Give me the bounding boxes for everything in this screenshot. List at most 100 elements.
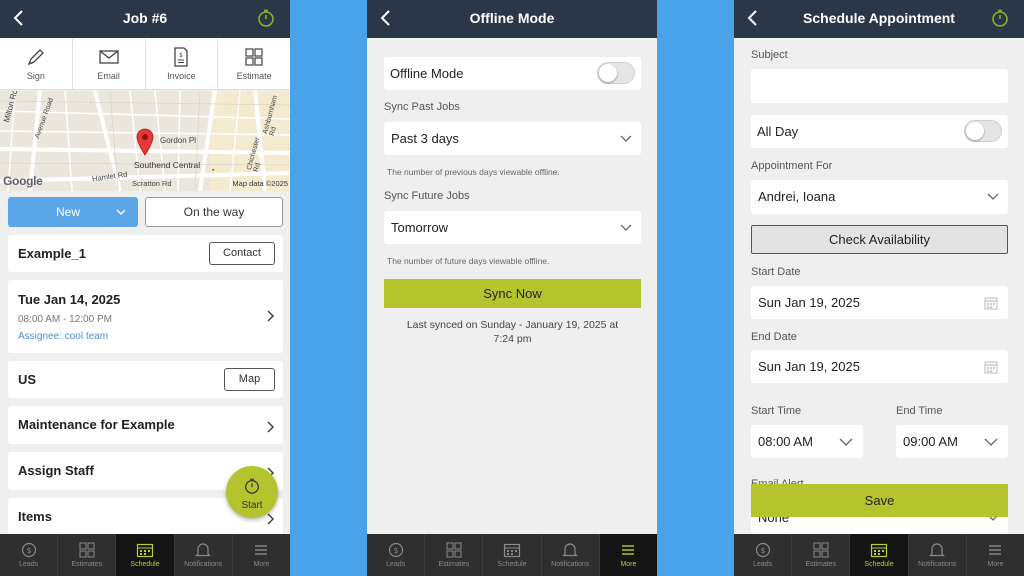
sign-label: Sign xyxy=(26,71,45,81)
on-the-way-button[interactable]: On the way xyxy=(145,197,283,227)
bell-icon xyxy=(929,543,946,557)
nav-notifications[interactable]: Notifications xyxy=(909,534,967,576)
offline-mode-label: Offline Mode xyxy=(390,66,464,81)
appointment-for-select[interactable]: Andrei, Ioana xyxy=(751,180,1008,214)
offline-mode-screen: Offline Mode Offline Mode Sync Past Jobs… xyxy=(367,0,657,576)
stopwatch-icon[interactable] xyxy=(990,8,1010,28)
assignee-link[interactable]: Assignee: cool team xyxy=(18,331,108,342)
status-value: New xyxy=(55,205,80,219)
job-screen: Job #6 Sign Email $ Invoice Estimate Mil… xyxy=(0,0,290,576)
job-header: Job #6 xyxy=(0,0,290,38)
description-row[interactable]: Maintenance for Example xyxy=(8,406,283,444)
bottom-nav: $ Leads Estimates Schedule Notifications … xyxy=(734,534,1024,576)
estimate-action[interactable]: Estimate xyxy=(218,38,290,89)
grid-icon xyxy=(79,542,95,558)
sign-action[interactable]: Sign xyxy=(0,38,73,89)
invoice-action[interactable]: $ Invoice xyxy=(146,38,219,89)
start-date-value: Sun Jan 19, 2025 xyxy=(758,295,860,310)
start-time-value: 08:00 AM xyxy=(758,434,813,449)
chevron-down-icon xyxy=(984,438,998,446)
sync-past-select[interactable]: Past 3 days xyxy=(384,122,641,155)
status-select[interactable]: New xyxy=(8,197,138,227)
location-card: US Map xyxy=(8,361,283,398)
pen-icon xyxy=(27,49,44,66)
page-title: Offline Mode xyxy=(469,10,555,26)
sync-future-select[interactable]: Tomorrow xyxy=(384,211,641,244)
subject-input[interactable] xyxy=(751,69,1008,103)
all-day-label: All Day xyxy=(757,124,799,139)
assign-staff-text: Assign Staff xyxy=(18,463,94,478)
nav-label: Notifications xyxy=(918,561,957,568)
all-day-row: All Day xyxy=(751,115,1008,148)
calendar-icon xyxy=(136,543,154,558)
street-label: Scratton Rd xyxy=(132,179,172,188)
grid-icon xyxy=(446,542,462,558)
end-date-value: Sun Jan 19, 2025 xyxy=(758,359,860,374)
sync-past-value: Past 3 days xyxy=(391,131,459,146)
bell-icon xyxy=(195,543,212,557)
contact-button[interactable]: Contact xyxy=(209,242,275,265)
menu-icon xyxy=(255,545,268,555)
menu-icon xyxy=(989,545,1002,555)
nav-label: Schedule xyxy=(130,561,160,568)
street-label: Gordon Pl xyxy=(160,136,197,145)
nav-leads[interactable]: $ Leads xyxy=(734,534,793,576)
start-time-select[interactable]: 08:00 AM xyxy=(751,425,863,458)
nav-label: Notifications xyxy=(551,561,590,568)
nav-label: Leads xyxy=(19,561,39,568)
start-time-label: Start Time xyxy=(751,405,802,417)
nav-more[interactable]: More xyxy=(967,534,1024,576)
all-day-toggle[interactable] xyxy=(964,120,1002,142)
svg-text:$: $ xyxy=(179,52,183,59)
nav-notifications[interactable]: Notifications xyxy=(175,534,233,576)
nav-schedule[interactable]: Schedule xyxy=(483,534,542,576)
nav-schedule[interactable]: Schedule xyxy=(116,534,175,576)
save-button[interactable]: Save xyxy=(751,484,1008,517)
nav-estimates[interactable]: Estimates xyxy=(58,534,117,576)
sync-now-button[interactable]: Sync Now xyxy=(384,279,641,308)
chevron-down-icon xyxy=(620,135,632,142)
email-action[interactable]: Email xyxy=(73,38,146,89)
nav-estimates[interactable]: Estimates xyxy=(792,534,851,576)
end-time-value: 09:00 AM xyxy=(903,434,958,449)
nav-label: More xyxy=(987,561,1004,568)
appointment-card[interactable]: Tue Jan 14, 2025 08:00 AM - 12:00 PM Ass… xyxy=(8,280,283,353)
start-date-input[interactable]: Sun Jan 19, 2025 xyxy=(751,286,1008,319)
nav-label: Estimates xyxy=(438,561,470,568)
nav-notifications[interactable]: Notifications xyxy=(542,534,600,576)
check-availability-button[interactable]: Check Availability xyxy=(751,225,1008,254)
chevron-right-icon xyxy=(267,310,275,322)
nav-estimates[interactable]: Estimates xyxy=(425,534,484,576)
bottom-nav: $ Leads Estimates Schedule Notifications … xyxy=(0,534,290,576)
end-date-input[interactable]: Sun Jan 19, 2025 xyxy=(751,350,1008,383)
invoice-label: Invoice xyxy=(167,71,196,81)
bottom-nav: $ Leads Estimates Schedule Notifications … xyxy=(367,534,657,576)
offline-mode-toggle[interactable] xyxy=(597,62,635,84)
end-time-label: End Time xyxy=(896,405,943,417)
dollar-icon: $ xyxy=(388,542,403,558)
appointment-for-value: Andrei, Ioana xyxy=(758,189,836,204)
nav-leads[interactable]: $ Leads xyxy=(367,534,426,576)
nav-label: More xyxy=(620,561,637,568)
start-label: Start xyxy=(241,500,263,511)
calendar-icon xyxy=(984,297,998,310)
map-button[interactable]: Map xyxy=(224,368,275,391)
nav-label: Schedule xyxy=(864,561,894,568)
nav-schedule[interactable]: Schedule xyxy=(850,534,909,576)
nav-more[interactable]: More xyxy=(599,534,657,576)
start-timer-button[interactable]: Start xyxy=(226,466,278,518)
nav-leads[interactable]: $ Leads xyxy=(0,534,59,576)
nav-more[interactable]: More xyxy=(233,534,290,576)
nav-label: Estimates xyxy=(71,561,103,568)
end-time-select[interactable]: 09:00 AM xyxy=(896,425,1008,458)
offline-header: Offline Mode xyxy=(367,0,657,38)
google-logo: Google xyxy=(3,174,43,188)
items-text: Items xyxy=(18,509,52,524)
last-synced-line: Last synced on Sunday - January 19, 2025… xyxy=(406,319,619,331)
last-synced-line: 7:24 pm xyxy=(493,333,532,345)
nav-label: Schedule xyxy=(497,561,527,568)
customer-card: Example_1 Contact xyxy=(8,235,283,272)
svg-text:$: $ xyxy=(393,546,398,555)
stopwatch-icon[interactable] xyxy=(256,8,276,28)
job-location-map[interactable]: Milton Rd Avenue Road Gordon Pl Southend… xyxy=(0,91,290,191)
